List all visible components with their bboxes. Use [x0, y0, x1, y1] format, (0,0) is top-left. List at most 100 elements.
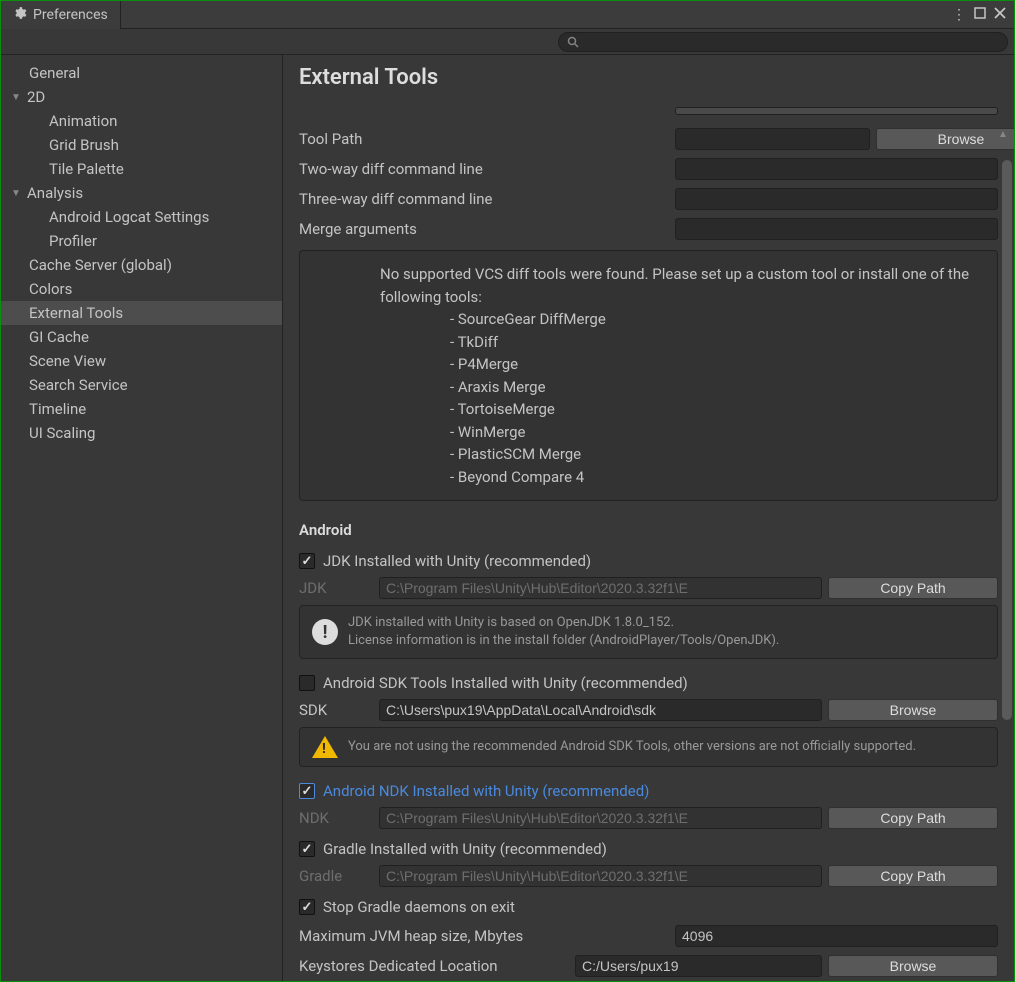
- vcs-tool-item: - Beyond Compare 4: [450, 466, 983, 489]
- vcs-tool-item: - Araxis Merge: [450, 376, 983, 399]
- jdk-copy-path-button[interactable]: Copy Path: [828, 577, 998, 599]
- keystore-path-input[interactable]: [575, 955, 822, 977]
- keystore-browse-button[interactable]: Browse: [828, 955, 998, 977]
- scrollbar[interactable]: [1002, 115, 1012, 979]
- vcs-tool-item: - WinMerge: [450, 421, 983, 444]
- tool-path-browse-button[interactable]: Browse: [876, 128, 1014, 150]
- three-way-diff-label: Three-way diff command line: [299, 190, 669, 208]
- sdk-label: SDK: [299, 701, 373, 719]
- preferences-tab[interactable]: Preferences: [1, 1, 121, 29]
- sidebar-item-label: General: [29, 64, 80, 82]
- two-way-diff-label: Two-way diff command line: [299, 160, 669, 178]
- preferences-window: Preferences ⋮ General ▼ 2D Animation Grid Br…: [0, 0, 1015, 982]
- stop-gradle-checkbox[interactable]: [299, 899, 315, 915]
- sidebar-item-2d[interactable]: ▼ 2D: [1, 85, 282, 109]
- maximize-icon[interactable]: [974, 7, 986, 23]
- gear-icon: [13, 6, 27, 24]
- sidebar-item-label: Tile Palette: [49, 160, 124, 178]
- vcs-tools-info: No supported VCS diff tools were found. …: [299, 250, 998, 501]
- gradle-installed-label: Gradle Installed with Unity (recommended…: [323, 840, 607, 858]
- diff-tool-dropdown[interactable]: [675, 107, 998, 115]
- sidebar-item-ui-scaling[interactable]: UI Scaling: [1, 421, 282, 445]
- sidebar-item-label: Colors: [29, 280, 72, 298]
- sidebar-item-scene-view[interactable]: Scene View: [1, 349, 282, 373]
- keystore-label: Keystores Dedicated Location: [299, 957, 569, 975]
- jdk-info-line2: License information is in the install fo…: [348, 632, 779, 650]
- sidebar-item-timeline[interactable]: Timeline: [1, 397, 282, 421]
- scroll-thumb[interactable]: [1002, 160, 1012, 720]
- sdk-warning-box: You are not using the recommended Androi…: [299, 727, 998, 767]
- chevron-down-icon: ▼: [9, 92, 23, 103]
- gradle-label: Gradle: [299, 867, 373, 885]
- jvm-heap-input[interactable]: [675, 925, 998, 947]
- sidebar: General ▼ 2D Animation Grid Brush Tile Palett…: [1, 55, 283, 981]
- sidebar-item-animation[interactable]: Animation: [1, 109, 282, 133]
- sdk-warning-text: You are not using the recommended Androi…: [348, 738, 916, 756]
- page-title: External Tools: [299, 65, 998, 90]
- sidebar-item-profiler[interactable]: Profiler: [1, 229, 282, 253]
- ndk-installed-checkbox[interactable]: [299, 783, 315, 799]
- sidebar-item-label: Analysis: [27, 184, 83, 202]
- vcs-tool-item: - P4Merge: [450, 353, 983, 376]
- sdk-installed-checkbox[interactable]: [299, 675, 315, 691]
- merge-args-input[interactable]: [675, 218, 998, 240]
- titlebar: Preferences ⋮: [1, 1, 1014, 29]
- sidebar-item-label: Cache Server (global): [29, 256, 172, 274]
- sidebar-item-tile-palette[interactable]: Tile Palette: [1, 157, 282, 181]
- sidebar-item-gi-cache[interactable]: GI Cache: [1, 325, 282, 349]
- sidebar-item-label: External Tools: [29, 304, 123, 322]
- revision-control-row-partial: [299, 98, 998, 124]
- gradle-copy-path-button[interactable]: Copy Path: [828, 865, 998, 887]
- more-icon[interactable]: ⋮: [952, 7, 966, 23]
- vcs-tool-item: - SourceGear DiffMerge: [450, 308, 983, 331]
- sidebar-item-analysis[interactable]: ▼ Analysis: [1, 181, 282, 205]
- sidebar-item-label: 2D: [27, 88, 45, 106]
- vcs-tool-item: - TkDiff: [450, 331, 983, 354]
- chevron-down-icon: ▼: [9, 188, 23, 199]
- close-icon[interactable]: [994, 7, 1006, 23]
- ndk-installed-label: Android NDK Installed with Unity (recomm…: [323, 782, 649, 800]
- sidebar-item-grid-brush[interactable]: Grid Brush: [1, 133, 282, 157]
- vcs-tool-item: - TortoiseMerge: [450, 398, 983, 421]
- jdk-installed-label: JDK Installed with Unity (recommended): [323, 552, 591, 570]
- sidebar-item-label: Android Logcat Settings: [49, 208, 209, 226]
- content-pane: External Tools Tool Path Browse Two-way …: [283, 55, 1014, 981]
- searchbar: [1, 29, 1014, 55]
- ndk-copy-path-button[interactable]: Copy Path: [828, 807, 998, 829]
- sdk-installed-label: Android SDK Tools Installed with Unity (…: [323, 674, 688, 692]
- partial-label: [299, 107, 669, 115]
- tool-path-label: Tool Path: [299, 130, 669, 148]
- jdk-info-box: ! JDK installed with Unity is based on O…: [299, 605, 998, 659]
- sidebar-item-android-logcat-settings[interactable]: Android Logcat Settings: [1, 205, 282, 229]
- gradle-path-input: [379, 865, 822, 887]
- sdk-path-input[interactable]: [379, 699, 822, 721]
- search-input[interactable]: [558, 32, 1008, 52]
- three-way-diff-input[interactable]: [675, 188, 998, 210]
- sidebar-item-general[interactable]: General: [1, 61, 282, 85]
- stop-gradle-label: Stop Gradle daemons on exit: [323, 898, 515, 916]
- ndk-path-input: [379, 807, 822, 829]
- sidebar-item-label: Profiler: [49, 232, 97, 250]
- sidebar-item-label: Scene View: [29, 352, 106, 370]
- sidebar-item-search-service[interactable]: Search Service: [1, 373, 282, 397]
- android-header: Android: [299, 521, 998, 539]
- info-icon: !: [312, 619, 338, 645]
- sidebar-item-external-tools[interactable]: External Tools: [1, 301, 282, 325]
- jdk-info-line1: JDK installed with Unity is based on Ope…: [348, 614, 779, 632]
- vcs-info-msg: No supported VCS diff tools were found. …: [380, 263, 983, 308]
- sidebar-item-cache-server-global-[interactable]: Cache Server (global): [1, 253, 282, 277]
- gradle-installed-checkbox[interactable]: [299, 841, 315, 857]
- jdk-label: JDK: [299, 579, 373, 597]
- tool-path-input[interactable]: [675, 128, 870, 150]
- sidebar-item-label: Grid Brush: [49, 136, 119, 154]
- ndk-label: NDK: [299, 809, 373, 827]
- warning-icon: [312, 736, 338, 758]
- vcs-tool-item: - PlasticSCM Merge: [450, 443, 983, 466]
- two-way-diff-input[interactable]: [675, 158, 998, 180]
- sidebar-item-label: Search Service: [29, 376, 128, 394]
- sidebar-item-label: UI Scaling: [29, 424, 95, 442]
- merge-args-label: Merge arguments: [299, 220, 669, 238]
- sidebar-item-colors[interactable]: Colors: [1, 277, 282, 301]
- jdk-installed-checkbox[interactable]: [299, 553, 315, 569]
- sdk-browse-button[interactable]: Browse: [828, 699, 998, 721]
